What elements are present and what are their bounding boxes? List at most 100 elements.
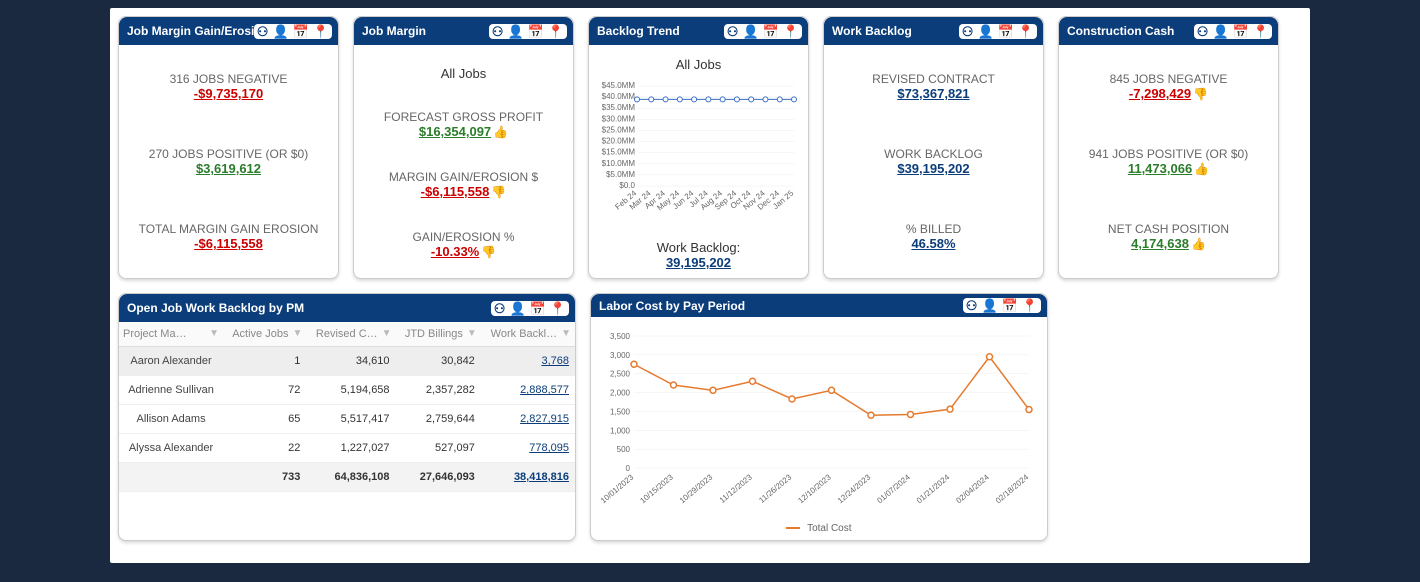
- location-icon[interactable]: 📍: [783, 25, 799, 38]
- svg-text:$30.0MM: $30.0MM: [601, 114, 635, 123]
- org-icon[interactable]: ⚇: [962, 25, 974, 38]
- card-title: Backlog Trend: [597, 24, 680, 38]
- person-icon[interactable]: 👤: [1212, 25, 1228, 38]
- total-work-backlog[interactable]: 38,418,816: [481, 463, 575, 492]
- card-subtitle: All Jobs: [441, 66, 487, 81]
- col-pm[interactable]: Project Ma…▼: [119, 322, 223, 347]
- metric-value[interactable]: 4,174,638: [1131, 236, 1189, 251]
- metric-value[interactable]: 11,473,066: [1128, 161, 1192, 176]
- location-icon[interactable]: 📍: [1253, 25, 1269, 38]
- backlog-summary: Work Backlog: 39,195,202: [657, 240, 741, 270]
- svg-text:12/10/2023: 12/10/2023: [796, 472, 833, 505]
- filter-icon[interactable]: ▼: [467, 328, 477, 339]
- person-icon[interactable]: 👤: [742, 25, 758, 38]
- cell-work-backlog[interactable]: 778,095: [481, 434, 575, 463]
- card-body: REVISED CONTRACT $73,367,821 WORK BACKLO…: [824, 45, 1043, 278]
- card-title: Job Margin: [362, 24, 426, 38]
- org-icon[interactable]: ⚇: [966, 299, 978, 312]
- metric-label: % BILLED: [906, 222, 961, 236]
- org-icon[interactable]: ⚇: [494, 302, 506, 315]
- metric-value[interactable]: $3,619,612: [196, 161, 261, 176]
- location-icon[interactable]: 📍: [1022, 299, 1038, 312]
- total-jobs: 733: [223, 463, 306, 492]
- cell-jtd: 2,759,644: [396, 405, 481, 434]
- svg-text:01/21/2024: 01/21/2024: [915, 472, 952, 505]
- cell-pm: Alyssa Alexander: [119, 434, 223, 463]
- card-toolbar: ⚇ 👤 📅 📍: [959, 24, 1037, 39]
- location-icon[interactable]: 📍: [1018, 25, 1034, 38]
- org-icon[interactable]: ⚇: [1197, 25, 1209, 38]
- card-job-margin-gain-erosion: Job Margin Gain/Erosion ⚇ 👤 📅 📍 316 JOBS…: [118, 16, 339, 279]
- org-icon[interactable]: ⚇: [257, 25, 269, 38]
- calendar-icon[interactable]: 📅: [528, 25, 544, 38]
- cell-pm: Adrienne Sullivan: [119, 376, 223, 405]
- cell-work-backlog[interactable]: 2,888,577: [481, 376, 575, 405]
- backlog-trend-chart[interactable]: $0.0$5.0MM$10.0MM$15.0MM$20.0MM$25.0MM$3…: [599, 81, 799, 231]
- col-revised-contract[interactable]: Revised C…▼: [306, 322, 395, 347]
- person-icon[interactable]: 👤: [272, 25, 288, 38]
- table-row[interactable]: Allison Adams655,517,4172,759,6442,827,9…: [119, 405, 575, 434]
- org-icon[interactable]: ⚇: [492, 25, 504, 38]
- svg-text:$25.0MM: $25.0MM: [601, 125, 635, 134]
- calendar-icon[interactable]: 📅: [998, 25, 1014, 38]
- location-icon[interactable]: 📍: [313, 25, 329, 38]
- cell-work-backlog[interactable]: 3,768: [481, 347, 575, 376]
- summary-value[interactable]: 39,195,202: [666, 255, 731, 270]
- thumb-down-icon: 👍: [481, 245, 496, 259]
- person-icon[interactable]: 👤: [981, 299, 997, 312]
- location-icon[interactable]: 📍: [548, 25, 564, 38]
- calendar-icon[interactable]: 📅: [763, 25, 779, 38]
- person-icon[interactable]: 👤: [507, 25, 523, 38]
- table-body: Aaron Alexander134,61030,8423,768Adrienn…: [119, 347, 575, 463]
- table-row[interactable]: Adrienne Sullivan725,194,6582,357,2822,8…: [119, 376, 575, 405]
- table-wrap: Project Ma…▼ Active Jobs▼ Revised C…▼ JT…: [119, 322, 575, 540]
- metric-value[interactable]: -7,298,429: [1129, 86, 1191, 101]
- calendar-icon[interactable]: 📅: [1233, 25, 1249, 38]
- metric-value[interactable]: -$9,735,170: [194, 86, 263, 101]
- filter-icon[interactable]: ▼: [561, 328, 571, 339]
- col-jtd-billings[interactable]: JTD Billings▼: [396, 322, 481, 347]
- metric-margin-ge-dollar: MARGIN GAIN/EROSION $ -$6,115,558👍: [389, 170, 538, 199]
- col-work-backlog[interactable]: Work Backl…▼: [481, 322, 575, 347]
- labor-cost-chart[interactable]: 05001,0001,5002,0002,5003,0003,50010/01/…: [599, 323, 1039, 523]
- card-header: Work Backlog ⚇ 👤 📅 📍: [824, 17, 1043, 45]
- col-active-jobs[interactable]: Active Jobs▼: [223, 322, 306, 347]
- metric-value[interactable]: $16,354,097: [419, 124, 491, 139]
- chart-title: All Jobs: [676, 57, 722, 72]
- legend-label: Total Cost: [807, 523, 851, 534]
- svg-text:10/15/2023: 10/15/2023: [638, 472, 675, 505]
- metric-value[interactable]: 46.58%: [911, 236, 955, 251]
- metric-label: 270 JOBS POSITIVE (OR $0): [149, 147, 308, 161]
- location-icon[interactable]: 📍: [550, 302, 566, 315]
- metric-margin-ge-pct: GAIN/EROSION % -10.33%👍: [412, 230, 514, 259]
- card-body: All Jobs FORECAST GROSS PROFIT $16,354,0…: [354, 45, 573, 278]
- card-job-margin: Job Margin ⚇ 👤 📅 📍 All Jobs FORECAST GRO…: [353, 16, 574, 279]
- filter-icon[interactable]: ▼: [209, 328, 219, 339]
- thumb-up-icon: 👍: [493, 125, 508, 139]
- table-row[interactable]: Aaron Alexander134,61030,8423,768: [119, 347, 575, 376]
- metric-value[interactable]: -$6,115,558: [421, 184, 490, 199]
- calendar-icon[interactable]: 📅: [293, 25, 309, 38]
- calendar-icon[interactable]: 📅: [1002, 299, 1018, 312]
- cell-jobs: 22: [223, 434, 306, 463]
- metric-value[interactable]: $39,195,202: [897, 161, 969, 176]
- metric-cash-negative: 845 JOBS NEGATIVE -7,298,429👍: [1110, 72, 1228, 101]
- org-icon[interactable]: ⚇: [727, 25, 739, 38]
- metric-value[interactable]: -$6,115,558: [194, 236, 263, 251]
- cell-jobs: 65: [223, 405, 306, 434]
- person-icon[interactable]: 👤: [977, 25, 993, 38]
- cell-revised: 5,194,658: [306, 376, 395, 405]
- metric-value[interactable]: $73,367,821: [897, 86, 969, 101]
- metric-revised-contract: REVISED CONTRACT $73,367,821: [872, 72, 995, 101]
- card-header: Construction Cash ⚇ 👤 📅 📍: [1059, 17, 1278, 45]
- filter-icon[interactable]: ▼: [382, 328, 392, 339]
- calendar-icon[interactable]: 📅: [530, 302, 546, 315]
- svg-text:10/01/2023: 10/01/2023: [599, 472, 636, 505]
- person-icon[interactable]: 👤: [509, 302, 525, 315]
- filter-icon[interactable]: ▼: [292, 328, 302, 339]
- metric-value[interactable]: -10.33%: [431, 244, 479, 259]
- table-row[interactable]: Alyssa Alexander221,227,027527,097778,09…: [119, 434, 575, 463]
- card-toolbar: ⚇ 👤 📅 📍: [489, 24, 567, 39]
- card-labor-cost: Labor Cost by Pay Period ⚇ 👤 📅 📍 05001,0…: [590, 293, 1048, 541]
- cell-work-backlog[interactable]: 2,827,915: [481, 405, 575, 434]
